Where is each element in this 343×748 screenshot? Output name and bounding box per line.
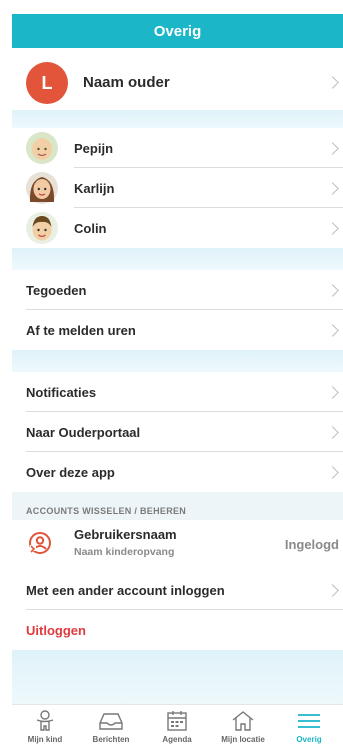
logout-label: Uitloggen — [26, 623, 86, 638]
child-name: Pepijn — [74, 141, 114, 156]
chevron-right-icon — [326, 386, 339, 399]
section-spacer — [12, 350, 343, 372]
chevron-right-icon — [326, 222, 339, 235]
account-status: Ingelogd — [284, 537, 339, 552]
child-icon — [36, 710, 54, 731]
header-bar: Overig — [12, 14, 343, 48]
tab-label: Mijn kind — [27, 735, 63, 744]
bottom-spacer — [12, 650, 343, 704]
child-avatar-icon — [26, 132, 58, 164]
menu-item-label: Naar Ouderportaal — [26, 425, 141, 440]
calendar-icon — [167, 711, 187, 731]
chevron-right-icon — [326, 76, 339, 89]
section-title: ACCOUNTS WISSELEN / BEHEREN — [26, 506, 187, 516]
menu-item-ouderportaal[interactable]: Naar Ouderportaal — [12, 412, 343, 452]
chevron-right-icon — [326, 142, 339, 155]
tab-label: Berichten — [92, 735, 130, 744]
tab-mijn-locatie[interactable]: Mijn locatie — [210, 705, 276, 748]
account-row[interactable]: Gebruikersnaam Naam kinderopvang Ingelog… — [12, 520, 343, 566]
logout-button[interactable]: Uitloggen — [12, 610, 343, 650]
section-spacer — [12, 110, 343, 128]
account-organization: Naam kinderopvang — [74, 546, 175, 558]
menu-item-label: Notificaties — [26, 385, 97, 400]
chevron-right-icon — [326, 426, 339, 439]
menu-item-af-te-melden-uren[interactable]: Af te melden uren — [12, 310, 343, 350]
chevron-right-icon — [326, 324, 339, 337]
tab-label: Mijn locatie — [221, 735, 265, 744]
child-row-karlijn[interactable]: Karlijn — [12, 168, 343, 208]
chevron-right-icon — [326, 584, 339, 597]
menu-item-over-deze-app[interactable]: Over deze app — [12, 452, 343, 492]
tab-overig[interactable]: Overig — [276, 705, 342, 748]
account-username: Gebruikersnaam — [74, 527, 177, 542]
tab-label: Overig — [296, 735, 322, 744]
tab-label: Agenda — [162, 735, 192, 744]
profile-avatar: L — [26, 62, 68, 104]
account-switch-icon — [29, 532, 51, 554]
menu-item-label: Af te melden uren — [26, 323, 136, 338]
inbox-icon — [99, 713, 123, 730]
child-avatar-icon — [26, 172, 58, 204]
page-title: Overig — [153, 22, 202, 40]
tab-bar: Mijn kind Berichten Agenda Mijn locatie — [12, 704, 343, 748]
menu-item-notificaties[interactable]: Notificaties — [12, 372, 343, 412]
child-name: Colin — [74, 221, 107, 236]
tab-agenda[interactable]: Agenda — [144, 705, 210, 748]
avatar-initial: L — [41, 72, 53, 93]
profile-name: Naam ouder — [83, 74, 170, 91]
child-row-pepijn[interactable]: Pepijn — [12, 128, 343, 168]
menu-item-label: Tegoeden — [26, 283, 87, 298]
chevron-right-icon — [326, 284, 339, 297]
other-account-login[interactable]: Met een ander account inloggen — [12, 570, 343, 610]
section-spacer — [12, 248, 343, 270]
home-icon — [232, 711, 254, 731]
chevron-right-icon — [326, 182, 339, 195]
child-row-colin[interactable]: Colin — [12, 208, 343, 248]
accounts-section-header: ACCOUNTS WISSELEN / BEHEREN — [12, 492, 343, 520]
menu-icon — [298, 714, 320, 728]
chevron-right-icon — [326, 466, 339, 479]
menu-item-label: Over deze app — [26, 465, 115, 480]
menu-item-label: Met een ander account inloggen — [26, 583, 225, 598]
menu-item-tegoeden[interactable]: Tegoeden — [12, 270, 343, 310]
content-area: L Naam ouder Pepijn Karlijn Colin Tegoed… — [12, 48, 343, 704]
tab-mijn-kind[interactable]: Mijn kind — [12, 705, 78, 748]
child-avatar-icon — [26, 212, 58, 244]
profile-row[interactable]: L Naam ouder — [12, 56, 343, 110]
tab-berichten[interactable]: Berichten — [78, 705, 144, 748]
child-name: Karlijn — [74, 181, 115, 196]
